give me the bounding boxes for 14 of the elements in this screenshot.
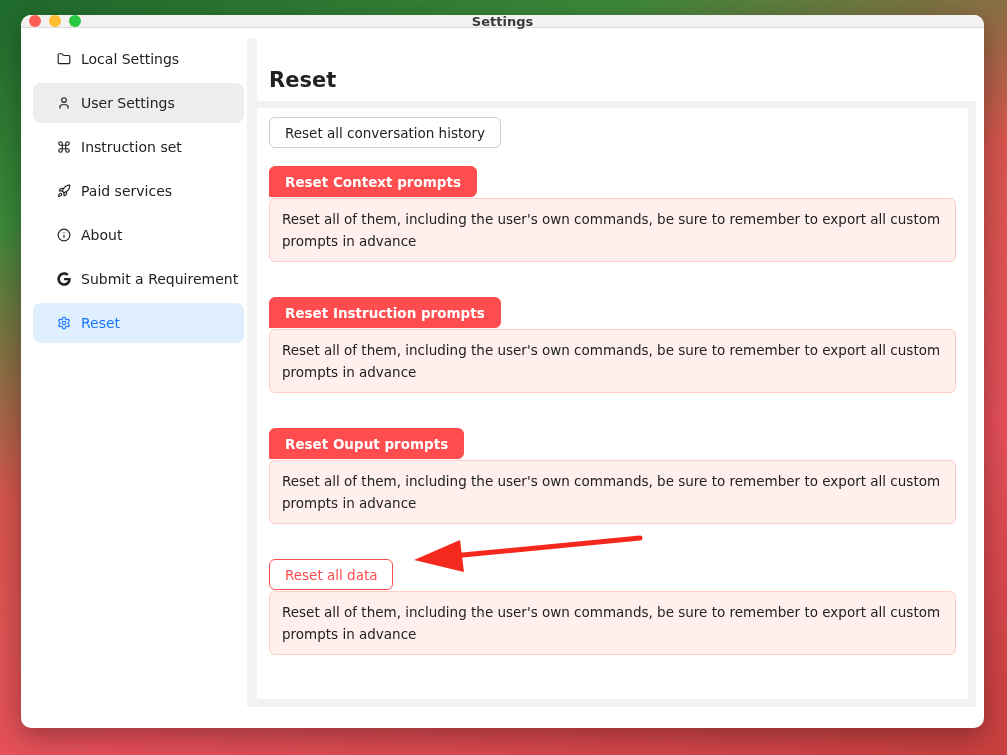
warning-text: Reset all of them, including the user's own commands, be sure to remember to export all custom prompts in advance <box>269 329 956 393</box>
window-title: Settings <box>471 15 534 29</box>
sidebar-item[interactable]: Reset <box>33 303 244 343</box>
sidebar-item[interactable]: Submit a Requirement <box>33 259 244 299</box>
reset-button[interactable]: Reset all conversation history <box>269 117 502 148</box>
page-heading: Reset <box>269 68 337 92</box>
sidebar-item[interactable]: Instruction set <box>33 127 244 167</box>
warning-text: Reset all of them, including the user's own commands, be sure to remember to export all custom prompts in advance <box>269 591 956 655</box>
sidebar-item[interactable]: User Settings <box>33 83 244 123</box>
warning-text: Reset all of them, including the user's own commands, be sure to remember to export all custom prompts in advance <box>269 460 956 524</box>
sidebar-item[interactable]: About <box>33 215 244 255</box>
sidebar-item[interactable]: Paid services <box>33 171 244 211</box>
sidebar-item[interactable]: Local Settings <box>33 39 244 79</box>
warning-text: Reset all of them, including the user's own commands, be sure to remember to export all custom prompts in advance <box>269 198 956 262</box>
